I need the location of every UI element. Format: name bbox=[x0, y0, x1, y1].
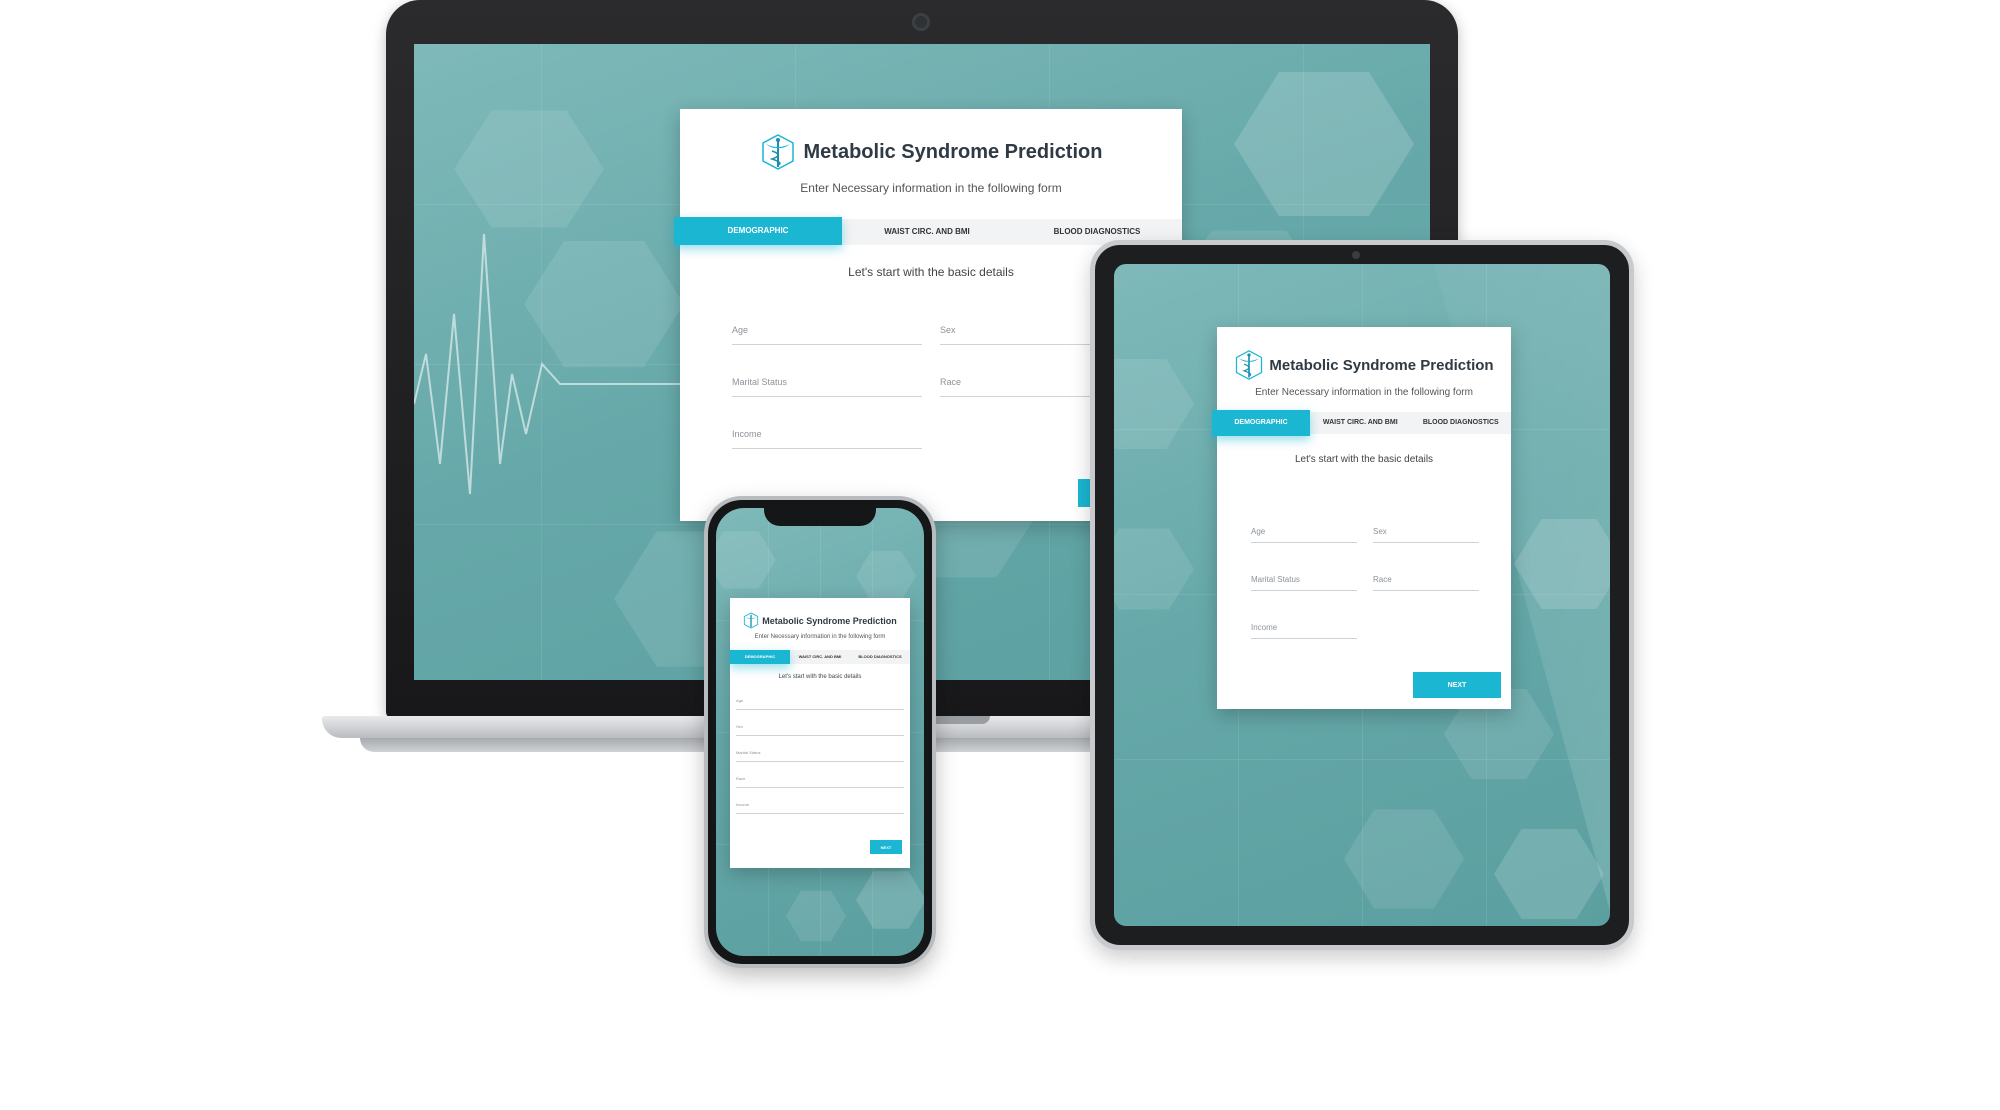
race-field[interactable]: Race bbox=[736, 776, 904, 788]
section-title: Let's start with the basic details bbox=[1294, 454, 1434, 465]
sex-field[interactable]: Sex bbox=[736, 724, 904, 736]
phone-notch bbox=[764, 506, 876, 526]
devices-mockup: Metabolic Syndrome Prediction Enter Nece… bbox=[0, 0, 2000, 1110]
tab-waist-bmi[interactable]: WAIST CIRC. AND BMI bbox=[842, 219, 1012, 245]
app-title: Metabolic Syndrome Prediction bbox=[762, 615, 897, 626]
tab-demographic[interactable]: DEMOGRAPHIC bbox=[674, 217, 842, 245]
age-field[interactable]: Age bbox=[736, 698, 904, 710]
app-title: Metabolic Syndrome Prediction bbox=[803, 140, 1103, 163]
app-subtitle: Enter Necessary information in the follo… bbox=[800, 181, 1062, 195]
income-field[interactable]: Income bbox=[1251, 623, 1357, 639]
caduceus-icon bbox=[743, 612, 759, 629]
tab-demographic[interactable]: DEMOGRAPHIC bbox=[730, 650, 790, 664]
tab-blood-diagnostics[interactable]: BLOOD DIAGNOSTICS bbox=[1411, 412, 1512, 434]
income-field[interactable]: Income bbox=[732, 429, 922, 449]
marital-status-field[interactable]: Marital Status bbox=[1251, 575, 1357, 591]
app-subtitle: Enter Necessary information in the follo… bbox=[1255, 387, 1473, 398]
age-field[interactable]: Age bbox=[732, 325, 922, 345]
next-button[interactable]: NEXT bbox=[1413, 672, 1501, 698]
tab-bar: DEMOGRAPHIC WAIST CIRC. AND BMI BLOOD DI… bbox=[730, 650, 910, 664]
tab-waist-bmi[interactable]: WAIST CIRC. AND BMI bbox=[790, 650, 850, 664]
tab-blood-diagnostics[interactable]: BLOOD DIAGNOSTICS bbox=[850, 650, 910, 664]
section-title: Let's start with the basic details bbox=[778, 674, 862, 680]
age-field[interactable]: Age bbox=[1251, 527, 1357, 543]
marital-status-field[interactable]: Marital Status bbox=[736, 750, 904, 762]
phone-screen: Metabolic Syndrome Prediction Enter Nece… bbox=[716, 508, 924, 956]
form-card: Metabolic Syndrome Prediction Enter Nece… bbox=[1212, 327, 1512, 709]
marital-status-field[interactable]: Marital Status bbox=[732, 377, 922, 397]
tab-bar: DEMOGRAPHIC WAIST CIRC. AND BMI BLOOD DI… bbox=[1212, 410, 1512, 436]
tab-bar: DEMOGRAPHIC WAIST CIRC. AND BMI BLOOD DI… bbox=[674, 217, 1182, 245]
app-title: Metabolic Syndrome Prediction bbox=[1269, 356, 1494, 374]
race-field[interactable]: Race bbox=[1373, 575, 1479, 591]
caduceus-icon bbox=[1234, 349, 1264, 381]
sex-field[interactable]: Sex bbox=[1373, 527, 1479, 543]
tab-waist-bmi[interactable]: WAIST CIRC. AND BMI bbox=[1310, 412, 1411, 434]
next-button[interactable]: NEXT bbox=[870, 840, 902, 854]
tab-demographic[interactable]: DEMOGRAPHIC bbox=[1212, 410, 1310, 436]
form-card: Metabolic Syndrome Prediction Enter Nece… bbox=[730, 598, 910, 868]
caduceus-icon bbox=[760, 133, 796, 171]
app-subtitle: Enter Necessary information in the follo… bbox=[754, 634, 886, 640]
tablet-screen: Metabolic Syndrome Prediction Enter Nece… bbox=[1114, 264, 1610, 926]
income-field[interactable]: Income bbox=[736, 802, 904, 814]
tablet-camera bbox=[1352, 251, 1360, 259]
laptop-camera bbox=[912, 13, 930, 31]
